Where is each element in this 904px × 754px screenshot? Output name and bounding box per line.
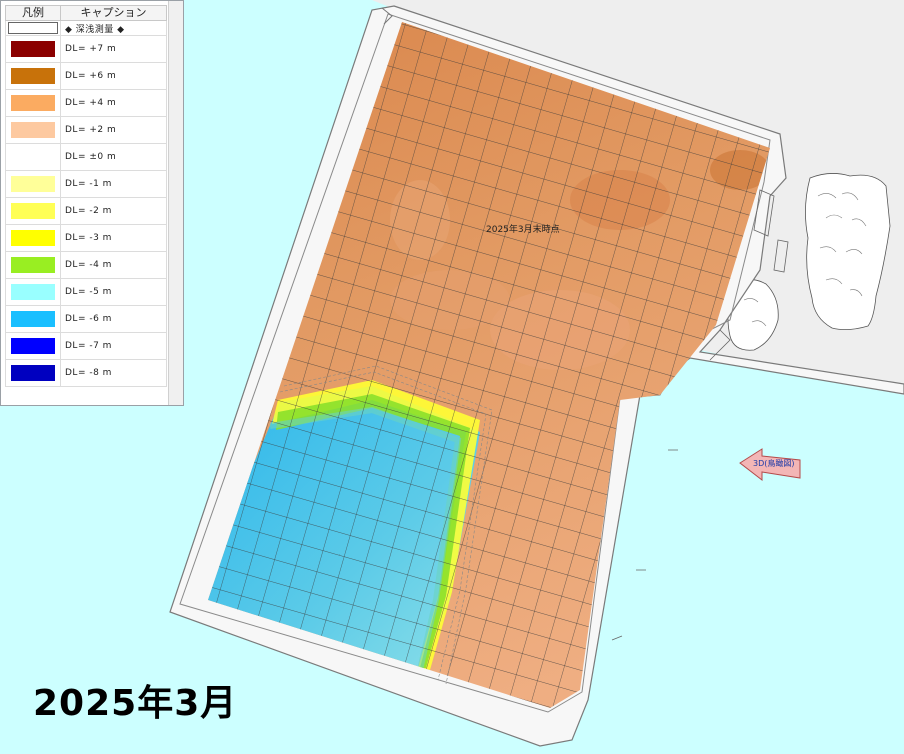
legend-item: DL= +7 m <box>5 35 167 63</box>
legend-swatch <box>11 122 55 138</box>
legend-item: DL= -6 m <box>5 305 167 333</box>
caption-col-header: キャプション <box>60 5 167 21</box>
legend-item: DL= -1 m <box>5 170 167 198</box>
legend-swatch <box>11 365 55 381</box>
legend-item-label: DL= -7 m <box>60 332 167 360</box>
legend-swatch <box>11 95 55 111</box>
legend-item-label: DL= +6 m <box>60 62 167 90</box>
arrow-label[interactable]: 3D(鳥瞰図) <box>753 458 795 469</box>
legend-swatch <box>11 203 55 219</box>
legend-item: DL= ±0 m <box>5 143 167 171</box>
legend-swatch <box>11 311 55 327</box>
section-swatch <box>8 22 58 34</box>
legend-item-label: DL= -3 m <box>60 224 167 252</box>
legend-swatch <box>11 149 55 165</box>
legend-item: DL= -7 m <box>5 332 167 360</box>
legend-item-label: DL= -1 m <box>60 170 167 198</box>
legend-item: DL= -3 m <box>5 224 167 252</box>
legend-item: DL= -2 m <box>5 197 167 225</box>
legend-item: DL= -4 m <box>5 251 167 279</box>
legend-item-label: DL= +4 m <box>60 89 167 117</box>
legend-item-label: DL= -4 m <box>60 251 167 279</box>
legend-item: DL= +4 m <box>5 89 167 117</box>
legend-item-label: DL= -2 m <box>60 197 167 225</box>
legend-item-label: DL= -6 m <box>60 305 167 333</box>
legend-scrollbar[interactable] <box>168 1 183 405</box>
legend-col-header: 凡例 <box>5 5 61 21</box>
legend-swatch <box>11 176 55 192</box>
legend-section-label: ◆ 深浅測量 ◆ <box>60 20 167 36</box>
legend-swatch <box>11 68 55 84</box>
legend-swatch <box>11 338 55 354</box>
map-title: 2025年3月 <box>33 683 238 724</box>
legend-item-label: DL= +7 m <box>60 35 167 63</box>
legend-item: DL= +6 m <box>5 62 167 90</box>
legend-swatch <box>11 41 55 57</box>
legend-item: DL= +2 m <box>5 116 167 144</box>
legend-item: DL= -8 m <box>5 359 167 387</box>
legend-item: DL= -5 m <box>5 278 167 306</box>
legend-swatch <box>11 257 55 273</box>
legend-swatch <box>11 284 55 300</box>
legend-item-label: DL= +2 m <box>60 116 167 144</box>
legend-item-label: DL= ±0 m <box>60 143 167 171</box>
legend-item-label: DL= -5 m <box>60 278 167 306</box>
legend-swatch <box>11 230 55 246</box>
legend-table: 凡例 キャプション ◆ 深浅測量 ◆ DL= +7 m DL= +6 m DL=… <box>5 5 167 387</box>
survey-date-label: 2025年3月末時点 <box>486 225 560 235</box>
legend-panel: 凡例 キャプション ◆ 深浅測量 ◆ DL= +7 m DL= +6 m DL=… <box>0 0 184 406</box>
legend-item-label: DL= -8 m <box>60 359 167 387</box>
